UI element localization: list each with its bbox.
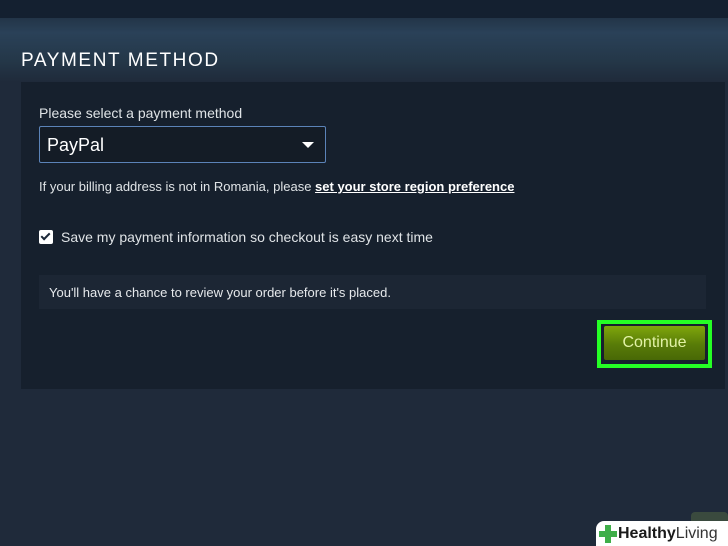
watermark-text-light: Living	[675, 524, 718, 542]
watermark-text-bold: Healthy	[618, 524, 676, 542]
selected-payment-method: PayPal	[47, 135, 105, 155]
watermark-text: HealthyLiving	[618, 525, 718, 543]
save-payment-row: Save my payment information so checkout …	[39, 229, 433, 245]
checkmark-icon	[40, 230, 51, 241]
billing-region-note-text: If your billing address is not in Romani…	[39, 179, 316, 194]
payment-method-label: Please select a payment method	[39, 105, 243, 121]
store-region-link[interactable]: set your store region preference	[315, 179, 514, 194]
review-notice-text: You'll have a chance to review your orde…	[49, 285, 391, 300]
cross-icon	[599, 524, 617, 543]
save-payment-label[interactable]: Save my payment information so checkout …	[61, 229, 433, 245]
continue-button[interactable]: Continue	[604, 326, 705, 360]
review-notice-box: You'll have a chance to review your orde…	[39, 275, 706, 309]
chevron-down-icon	[302, 142, 314, 148]
billing-region-note: If your billing address is not in Romani…	[39, 179, 514, 194]
page-title: PAYMENT METHOD	[21, 50, 220, 71]
healthy-living-watermark: HealthyLiving	[596, 521, 728, 546]
save-payment-checkbox[interactable]	[39, 230, 53, 244]
payment-method-select[interactable]: PayPal	[39, 126, 326, 163]
